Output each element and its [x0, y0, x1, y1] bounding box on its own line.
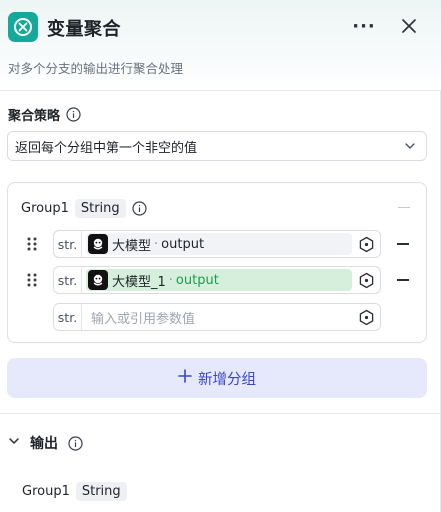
drag-handle-icon[interactable]: [25, 272, 39, 288]
reference-output-name: output: [175, 272, 219, 288]
remove-variable-icon[interactable]: [397, 243, 409, 245]
reference-node-name: 大模型: [112, 238, 152, 254]
reference-separator: ·: [168, 272, 173, 288]
input-placeholder: 输入或引用参数值: [91, 311, 196, 327]
variable-picker-icon[interactable]: [358, 309, 375, 326]
variable-picker-icon[interactable]: [358, 236, 375, 253]
strategy-selected-value: 返回每个分组中第一个非空的值: [15, 140, 198, 156]
group-info-icon[interactable]: [132, 201, 147, 216]
strategy-section: 聚合策略: [8, 105, 81, 124]
variable-aggregate-panel: 变量聚合 ··· 对多个分支的输出进行聚合处理 聚合策略 返回每个分组中第一个非…: [0, 0, 441, 512]
output-group-name: Group1: [22, 484, 70, 499]
chevron-down-icon: [404, 140, 416, 156]
llm-node-icon: [88, 270, 108, 290]
aggregate-node-icon: [8, 12, 38, 42]
variable-row: str. 大模型_1 · output: [25, 266, 425, 294]
group-card: Group1 String str. 大模型 · output str. 大模型…: [7, 182, 427, 343]
more-options-icon[interactable]: ···: [352, 14, 376, 38]
variable-row: str. 大模型 · output: [25, 230, 425, 258]
group-remove-icon[interactable]: [398, 207, 410, 208]
llm-node-icon: [88, 234, 108, 254]
node-description: 对多个分支的输出进行聚合处理: [8, 61, 184, 76]
reference-node-name: 大模型_1: [112, 274, 166, 290]
output-info-icon[interactable]: [68, 435, 83, 451]
output-label: 输出: [30, 436, 58, 452]
type-tag: str.: [54, 267, 82, 293]
add-group-button[interactable]: 新增分组: [7, 358, 427, 398]
type-tag: str.: [54, 304, 82, 330]
new-variable-input[interactable]: str. 输入或引用参数值: [53, 303, 381, 331]
group-type-badge: String: [74, 199, 126, 218]
strategy-label: 聚合策略: [8, 109, 61, 124]
chevron-down-icon[interactable]: [8, 435, 20, 451]
plus-icon: [178, 369, 192, 387]
add-group-label: 新增分组: [198, 371, 256, 388]
group-header: Group1 String: [21, 199, 147, 218]
output-divider: [0, 413, 441, 414]
variable-reference-chip[interactable]: 大模型_1 · output: [86, 269, 352, 291]
output-section-header[interactable]: 输出: [8, 433, 83, 453]
remove-variable-icon[interactable]: [397, 279, 409, 281]
reference-separator: ·: [154, 236, 159, 252]
variable-picker-icon[interactable]: [358, 272, 375, 289]
new-variable-row: str. 输入或引用参数值: [25, 303, 425, 331]
output-type-badge: String: [75, 482, 127, 501]
variable-reference-input[interactable]: str. 大模型_1 · output: [53, 266, 381, 294]
variable-reference-input[interactable]: str. 大模型 · output: [53, 230, 381, 258]
drag-handle-icon[interactable]: [25, 236, 39, 252]
node-title: 变量聚合: [47, 19, 121, 40]
output-variable: Group1 String: [22, 482, 127, 501]
header-divider: [0, 90, 441, 91]
variable-reference-chip[interactable]: 大模型 · output: [86, 233, 352, 255]
type-tag: str.: [54, 231, 82, 257]
info-icon[interactable]: [66, 107, 81, 122]
strategy-select[interactable]: 返回每个分组中第一个非空的值: [7, 131, 427, 161]
reference-output-name: output: [161, 236, 205, 252]
close-icon[interactable]: [397, 14, 421, 38]
group-name[interactable]: Group1: [21, 201, 69, 216]
